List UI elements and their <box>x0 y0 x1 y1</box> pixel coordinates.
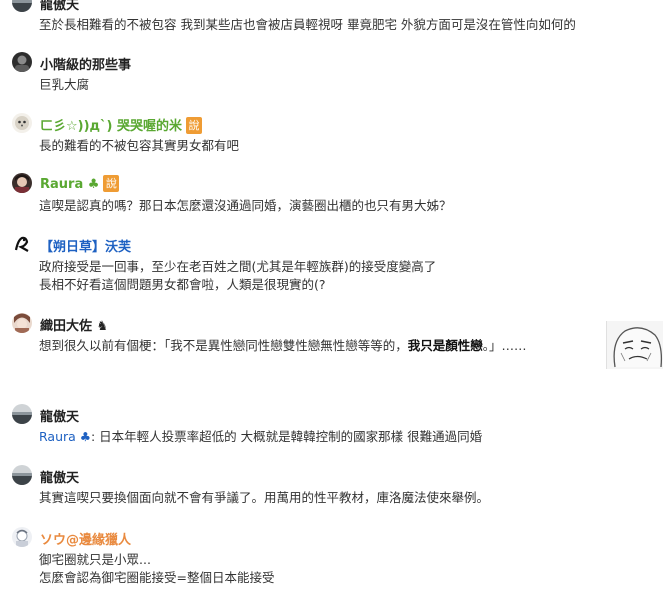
user-avatar[interactable] <box>12 234 32 254</box>
comment-text: 政府接受是一回事，至少在老百姓之間(尤其是年輕族群)的接受度變高了 長相不好看這… <box>39 259 437 292</box>
comment: 織田大佐 ♞ 想到很久以前有個梗：「我不是異性戀同性戀雙性戀無性戀等等的，我只是… <box>12 313 671 369</box>
reaction-image[interactable] <box>606 321 663 369</box>
comment: ㄈ彡☆))д`) 哭哭喔的米說 長的難看的不被包容其實男女都有吧 <box>12 113 671 155</box>
comment: 龍傲天 其實這喫只要換個面向就不會有爭議了。用萬用的性平教材，庫洛魔法使來舉例。 <box>12 465 671 507</box>
username[interactable]: 織田大佐 ♞ <box>40 315 108 334</box>
user-avatar[interactable] <box>12 313 32 333</box>
username[interactable]: ソウ@邊緣獵人 <box>40 529 131 548</box>
reply-mention[interactable]: Raura ♣ <box>39 429 91 444</box>
comment: Raura ♣ 說 這喫是認真的嗎？那日本怎麼還沒通過同婚，演藝圈出櫃的也只有男大… <box>12 173 671 215</box>
comment-text: 這喫是認真的嗎？那日本怎麼還沒通過同婚，演藝圈出櫃的也只有男大姊？ <box>39 198 452 213</box>
knight-icon: ♞ <box>96 319 109 334</box>
username[interactable]: 龍傲天 <box>40 0 79 13</box>
username[interactable]: ㄈ彡☆))д`) 哭哭喔的米說 <box>40 115 203 134</box>
comment-text: 其實這喫只要換個面向就不會有爭議了。用萬用的性平教材，庫洛魔法使來舉例。 <box>39 490 490 505</box>
comment-text: 至於長相難看的不被包容 我到某些店也會被店員輕視呀 畢竟肥宅 外貌方面可是沒在管… <box>39 17 576 32</box>
user-avatar[interactable] <box>12 465 32 485</box>
comment: 小階級的那些事 巨乳大腐 <box>12 52 671 94</box>
user-avatar[interactable] <box>12 52 32 72</box>
post-badge: 說 <box>186 117 203 134</box>
user-avatar[interactable] <box>12 113 32 133</box>
comment: 龍傲天 Raura ♣: 日本年輕人投票率超低的 大概就是韓韓控制的國家那樣 很… <box>12 404 671 446</box>
comment-text: 想到很久以前有個梗：「我不是異性戀同性戀雙性戀無性戀等等的，我只是顏性戀。」…… <box>39 338 527 353</box>
username[interactable]: 小階級的那些事 <box>40 54 131 73</box>
post-badge: 說 <box>103 175 120 192</box>
username[interactable]: 龍傲天 <box>40 467 79 486</box>
user-avatar[interactable] <box>12 404 32 424</box>
comment-text: 巨乳大腐 <box>39 77 90 92</box>
comment: ソウ@邊緣獵人 御宅圈就只是小眾... 怎麼會認為御宅圈能接受=整個日本能接受 <box>12 527 671 587</box>
user-avatar[interactable] <box>12 0 32 12</box>
username[interactable]: 【朔日草】沃芙 <box>40 236 131 255</box>
clover-icon: ♣ <box>87 177 100 192</box>
comment-text: 長的難看的不被包容其實男女都有吧 <box>39 138 240 153</box>
comment-text: Raura ♣: 日本年輕人投票率超低的 大概就是韓韓控制的國家那樣 很難通過同… <box>39 429 483 444</box>
user-avatar[interactable] <box>12 173 32 193</box>
comment: 龍傲天 至於長相難看的不被包容 我到某些店也會被店員輕視呀 畢竟肥宅 外貌方面可… <box>12 0 671 34</box>
comment-text: 御宅圈就只是小眾... 怎麼會認為御宅圈能接受=整個日本能接受 <box>39 552 275 585</box>
username[interactable]: Raura ♣ 說 <box>40 175 120 192</box>
user-avatar[interactable] <box>12 527 32 547</box>
username[interactable]: 龍傲天 <box>40 406 79 425</box>
comment: 【朔日草】沃芙 政府接受是一回事，至少在老百姓之間(尤其是年輕族群)的接受度變高… <box>12 234 671 294</box>
